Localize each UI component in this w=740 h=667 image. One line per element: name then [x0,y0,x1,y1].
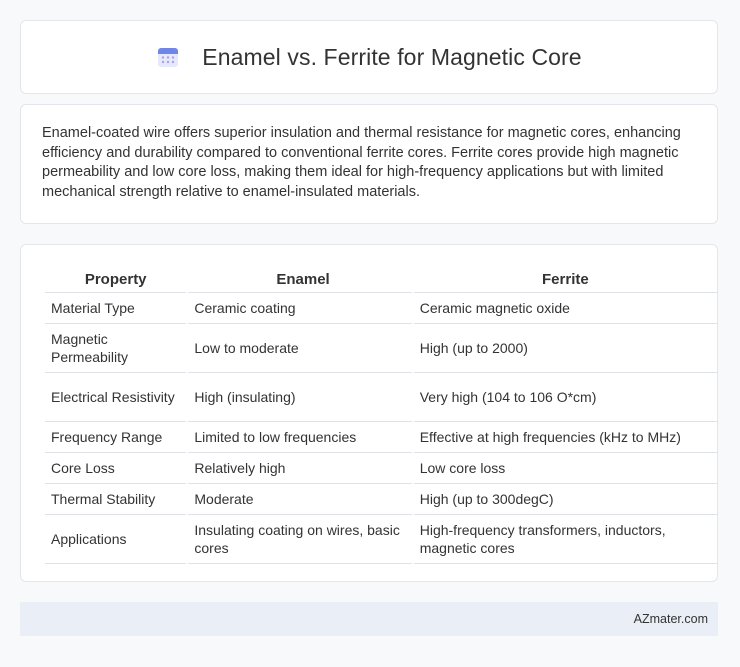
footer-brand: AZmater.com [633,612,708,626]
cell-enamel: Ceramic coating [188,293,412,324]
cell-enamel: Relatively high [188,453,412,484]
table-row: Applications Insulating coating on wires… [45,515,717,564]
intro-paragraph: Enamel-coated wire offers superior insul… [42,125,681,200]
cell-enamel: Moderate [188,484,412,515]
cell-ferrite: Very high (104 to 106 O*cm) [413,373,717,422]
header-ferrite: Ferrite [413,265,717,293]
cell-ferrite: Ceramic magnetic oxide [413,293,717,324]
cell-property: Applications [45,515,187,564]
comparison-card: Property Enamel Ferrite Material Type Ce… [20,244,718,582]
cell-ferrite: High (up to 300degC) [413,484,717,515]
table-row: Frequency Range Limited to low frequenci… [45,422,717,453]
cell-property: Material Type [45,293,187,324]
table-row: Electrical Resistivity High (insulating)… [45,373,717,422]
header-property: Property [45,265,187,293]
calendar-icon [156,45,180,69]
table-row: Magnetic Permeability Low to moderate Hi… [45,324,717,373]
cell-property: Magnetic Permeability [45,324,187,373]
header-enamel: Enamel [188,265,412,293]
cell-ferrite: High-frequency transformers, inductors, … [413,515,717,564]
cell-enamel: High (insulating) [188,373,412,422]
footer: AZmater.com [20,602,718,636]
table-row: Core Loss Relatively high Low core loss [45,453,717,484]
intro-card: Enamel-coated wire offers superior insul… [20,104,718,224]
page-title: Enamel vs. Ferrite for Magnetic Core [202,43,582,70]
cell-ferrite: High (up to 2000) [413,324,717,373]
cell-property: Core Loss [45,453,187,484]
cell-property: Frequency Range [45,422,187,453]
cell-ferrite: Low core loss [413,453,717,484]
table-row: Material Type Ceramic coating Ceramic ma… [45,293,717,324]
cell-property: Electrical Resistivity [45,373,187,422]
title-card: Enamel vs. Ferrite for Magnetic Core [20,20,718,94]
cell-property: Thermal Stability [45,484,187,515]
cell-enamel: Limited to low frequencies [188,422,412,453]
table-row: Thermal Stability Moderate High (up to 3… [45,484,717,515]
cell-ferrite: Effective at high frequencies (kHz to MH… [413,422,717,453]
comparison-table: Property Enamel Ferrite Material Type Ce… [43,265,719,564]
cell-enamel: Low to moderate [188,324,412,373]
table-header-row: Property Enamel Ferrite [45,265,717,293]
cell-enamel: Insulating coating on wires, basic cores [188,515,412,564]
